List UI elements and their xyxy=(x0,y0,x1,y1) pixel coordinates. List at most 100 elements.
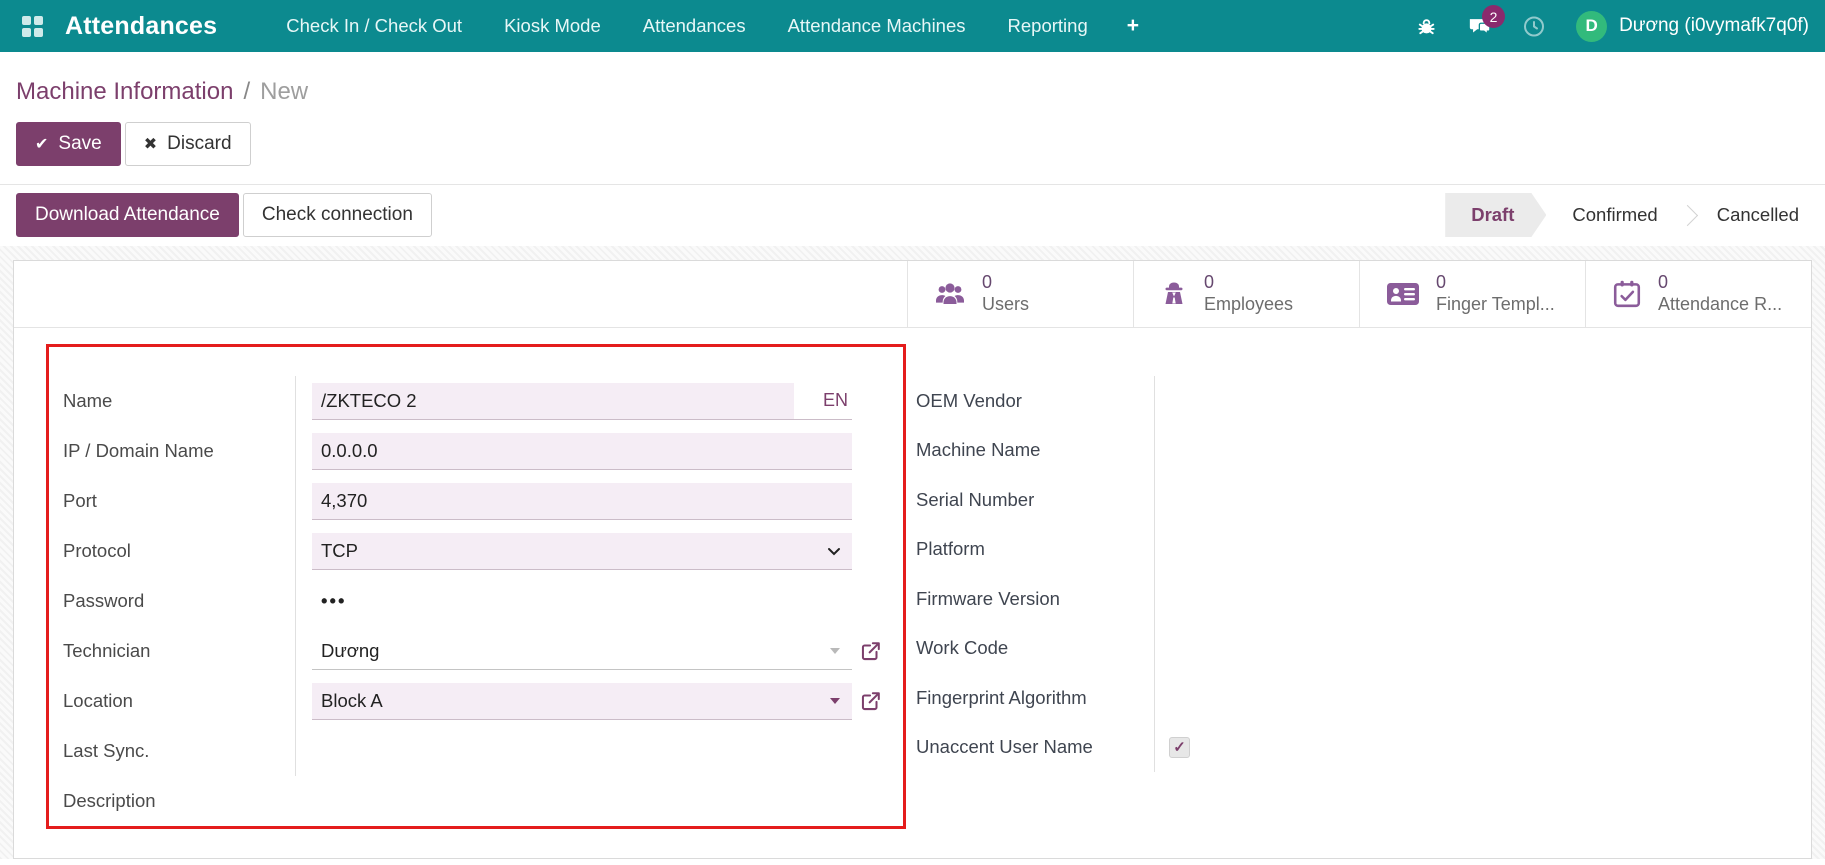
description-input[interactable] xyxy=(312,783,852,820)
field-label: IP / Domain Name xyxy=(63,440,214,461)
field-label: Firmware Version xyxy=(916,587,1060,609)
statusbar: Draft Confirmed Cancelled xyxy=(1445,193,1825,237)
stat-value: 0 xyxy=(982,272,993,293)
field-row-platform: Platform xyxy=(916,524,1811,574)
field-label: Machine Name xyxy=(916,439,1041,461)
field-row-oem-vendor: OEM Vendor xyxy=(916,376,1811,426)
discard-button[interactable]: ✖ Discard xyxy=(124,122,251,166)
stat-label: Finger Templ... xyxy=(1436,294,1555,314)
serial-number-value[interactable] xyxy=(1154,475,1811,525)
breadcrumb-current: New xyxy=(260,78,309,105)
avatar: D xyxy=(1576,10,1608,42)
field-label: Unaccent User Name xyxy=(916,736,1093,758)
field-label: Port xyxy=(63,490,97,511)
apps-menu-icon[interactable] xyxy=(22,15,43,37)
form-background: 0 Users 0 Employees 0 Finger Templ... 0 … xyxy=(0,246,1825,859)
chevron-down-icon xyxy=(828,547,840,555)
form-area: Name /ZKTECO 2 EN IP / Domain Name 0.0.0… xyxy=(14,328,1811,829)
fingerprint-algorithm-value[interactable] xyxy=(1154,673,1811,723)
activities-clock-icon[interactable] xyxy=(1522,14,1546,38)
checkbox-check-icon: ✓ xyxy=(1173,739,1186,757)
download-attendance-button[interactable]: Download Attendance xyxy=(16,193,239,237)
form-right-group: OEM Vendor Machine Name Serial Number Pl… xyxy=(916,376,1811,772)
port-input[interactable]: 4,370 xyxy=(312,483,852,519)
stat-button-box: 0 Users 0 Employees 0 Finger Templ... 0 … xyxy=(14,261,1811,328)
menu-reporting[interactable]: Reporting xyxy=(987,0,1109,52)
top-navbar: Attendances Check In / Check Out Kiosk M… xyxy=(0,0,1825,52)
menu-attendances[interactable]: Attendances xyxy=(622,0,767,52)
machine-name-value[interactable] xyxy=(1154,425,1811,475)
user-name: Dương (i0vymafk7q0f) xyxy=(1619,15,1809,36)
message-count-badge: 2 xyxy=(1482,5,1506,28)
menu-attendance-machines[interactable]: Attendance Machines xyxy=(767,0,987,52)
technician-many2one[interactable]: Dương xyxy=(312,633,852,670)
check-connection-button[interactable]: Check connection xyxy=(242,193,432,237)
field-label: Description xyxy=(63,790,156,811)
field-row-firmware-version: Firmware Version xyxy=(916,574,1811,624)
field-row-name: Name /ZKTECO 2 EN xyxy=(63,376,889,426)
field-label: Work Code xyxy=(916,637,1009,659)
debug-bug-icon[interactable] xyxy=(1414,14,1438,38)
record-controls: ✔ Save ✖ Discard xyxy=(0,106,1825,166)
stat-value: 0 xyxy=(1436,272,1447,293)
app-title[interactable]: Attendances xyxy=(65,12,217,41)
field-row-ip: IP / Domain Name 0.0.0.0 xyxy=(63,426,889,476)
location-external-link-icon[interactable] xyxy=(860,690,882,712)
messages-icon[interactable]: 2 xyxy=(1468,5,1506,38)
firmware-version-value[interactable] xyxy=(1154,574,1811,624)
stat-button-finger-templates[interactable]: 0 Finger Templ... xyxy=(1359,261,1585,327)
breadcrumb-separator: / xyxy=(243,78,251,105)
stat-button-attendance-records[interactable]: 0 Attendance R... xyxy=(1585,261,1811,327)
field-label: Last Sync. xyxy=(63,740,150,761)
field-row-serial-number: Serial Number xyxy=(916,475,1811,525)
work-code-value[interactable] xyxy=(1154,623,1811,673)
field-label: Fingerprint Algorithm xyxy=(916,686,1087,708)
location-many2one[interactable]: Block A xyxy=(312,682,852,720)
dropdown-caret-icon[interactable] xyxy=(830,647,840,654)
oem-vendor-value[interactable] xyxy=(1154,376,1811,426)
field-row-password: Password ••• xyxy=(63,576,889,626)
save-button[interactable]: ✔ Save xyxy=(16,122,121,166)
protocol-select[interactable]: TCP xyxy=(312,532,852,570)
status-confirmed[interactable]: Confirmed xyxy=(1546,193,1683,237)
translate-lang-badge[interactable]: EN xyxy=(794,382,852,419)
field-row-description: Description xyxy=(63,776,889,826)
field-label: Serial Number xyxy=(916,488,1035,510)
field-label: OEM Vendor xyxy=(916,389,1022,411)
close-icon: ✖ xyxy=(143,136,158,153)
last-sync-value xyxy=(312,733,852,770)
stat-label: Users xyxy=(982,294,1030,314)
id-card-icon xyxy=(1387,283,1419,305)
password-input[interactable]: ••• xyxy=(312,590,346,612)
field-row-technician: Technician Dương xyxy=(63,626,889,676)
menu-check-in-out[interactable]: Check In / Check Out xyxy=(265,0,483,52)
status-draft[interactable]: Draft xyxy=(1445,193,1546,237)
user-menu[interactable]: D Dương (i0vymafk7q0f) xyxy=(1576,10,1809,42)
field-row-work-code: Work Code xyxy=(916,623,1811,673)
users-icon xyxy=(936,283,964,304)
field-row-protocol: Protocol TCP xyxy=(63,526,889,576)
dropdown-caret-icon[interactable] xyxy=(830,697,840,704)
name-input[interactable]: /ZKTECO 2 xyxy=(312,382,794,419)
field-row-location: Location Block A xyxy=(63,676,889,726)
action-row: Download Attendance Check connection Dra… xyxy=(0,185,1825,246)
menu-plus-button[interactable]: + xyxy=(1109,2,1157,50)
stat-button-users[interactable]: 0 Users xyxy=(907,261,1133,327)
unaccent-checkbox[interactable]: ✓ xyxy=(1169,736,1190,758)
stat-value: 0 xyxy=(1658,272,1669,293)
employee-icon xyxy=(1165,282,1183,304)
field-row-fingerprint-algorithm: Fingerprint Algorithm xyxy=(916,673,1811,723)
stat-button-employees[interactable]: 0 Employees xyxy=(1133,261,1359,327)
ip-domain-input[interactable]: 0.0.0.0 xyxy=(312,433,852,469)
menu-kiosk-mode[interactable]: Kiosk Mode xyxy=(483,0,622,52)
breadcrumb-parent[interactable]: Machine Information xyxy=(16,78,233,106)
stat-label: Employees xyxy=(1204,294,1294,314)
status-cancelled[interactable]: Cancelled xyxy=(1691,193,1825,237)
platform-value[interactable] xyxy=(1154,524,1811,574)
field-label: Location xyxy=(63,690,133,711)
field-row-unaccent-user-name: Unaccent User Name ✓ xyxy=(916,722,1811,772)
stat-label: Attendance R... xyxy=(1658,294,1783,314)
stat-value: 0 xyxy=(1204,272,1215,293)
field-label: Password xyxy=(63,590,145,611)
technician-external-link-icon[interactable] xyxy=(860,640,882,662)
